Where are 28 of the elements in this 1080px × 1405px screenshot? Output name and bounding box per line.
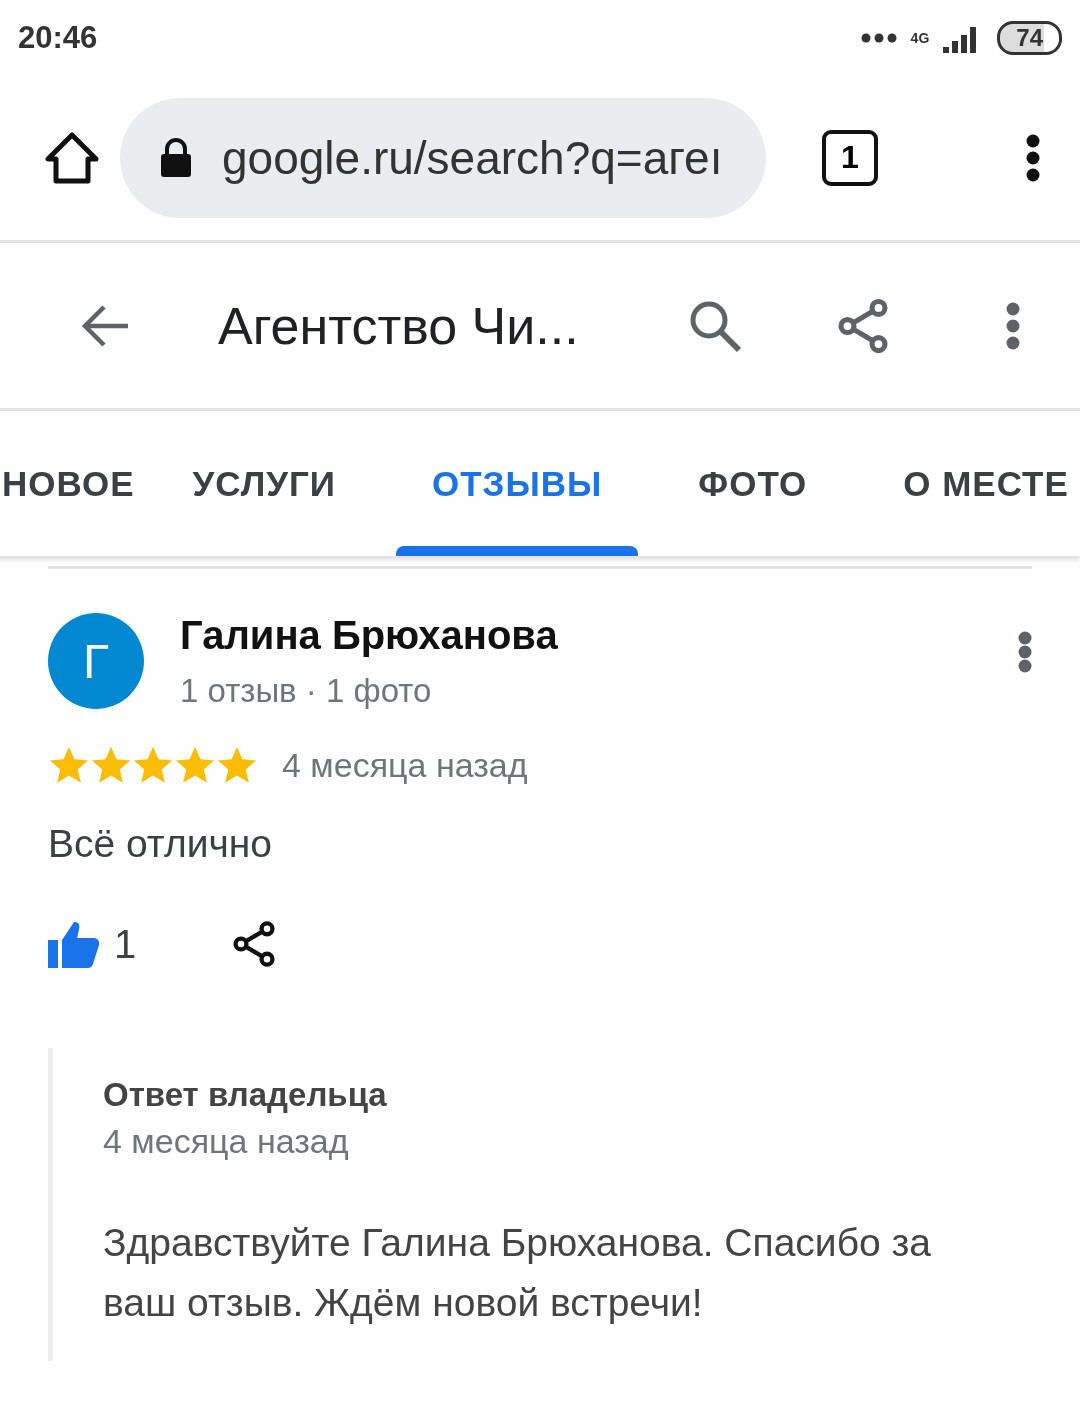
tab[interactable]: ОТЗЫВЫ bbox=[384, 411, 651, 556]
battery-level: 74 bbox=[997, 20, 1062, 55]
place-title: Агентство Чи... bbox=[218, 295, 580, 356]
home-icon[interactable] bbox=[44, 131, 100, 184]
tab[interactable]: ФОТО bbox=[650, 411, 856, 556]
reviewer-stats: 1 отзыв · 1 фото bbox=[180, 672, 433, 710]
more-icon[interactable] bbox=[1018, 631, 1032, 673]
clock-time: 20:46 bbox=[18, 19, 98, 56]
more-icon[interactable] bbox=[1006, 301, 1020, 350]
address-bar[interactable]: google.ru/search?q=aгеı bbox=[120, 97, 766, 218]
owner-reply-date: 4 месяца назад bbox=[103, 1122, 350, 1161]
owner-reply-title: Ответ владельца bbox=[103, 1076, 388, 1114]
reviewer-name[interactable]: Галина Брюханова bbox=[180, 613, 982, 658]
more-notifications-icon bbox=[860, 32, 897, 43]
tab[interactable]: О МЕСТЕ bbox=[855, 411, 1080, 556]
tab-count-button[interactable]: 1 bbox=[822, 129, 878, 186]
tab[interactable]: НОВОЕ bbox=[0, 411, 145, 556]
like-count: 1 bbox=[114, 921, 137, 967]
tab[interactable]: УСЛУГИ bbox=[144, 411, 384, 556]
review-date: 4 месяца назад bbox=[282, 745, 528, 785]
lock-icon bbox=[160, 137, 192, 178]
avatar: Г bbox=[48, 613, 144, 709]
review-text: Всё отлично bbox=[48, 822, 273, 866]
menu-icon[interactable] bbox=[1026, 133, 1040, 182]
thumbs-up-icon[interactable] bbox=[48, 920, 100, 968]
network-type: 4G bbox=[910, 29, 930, 46]
back-arrow-icon[interactable] bbox=[80, 303, 130, 348]
owner-reply-text: Здравствуйте Галина Брюханова. Спасибо за ваш отзыв. Ждём новой встречи! bbox=[103, 1220, 933, 1326]
